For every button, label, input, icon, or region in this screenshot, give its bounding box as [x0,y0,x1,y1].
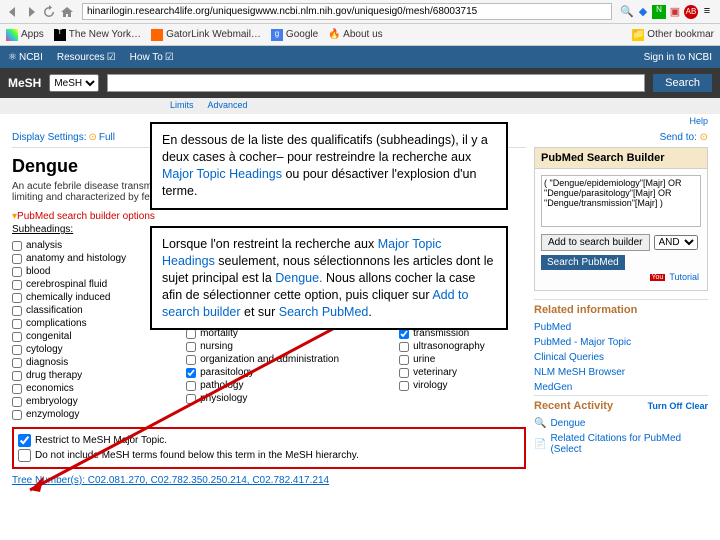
search-sublinks: Limits Advanced [0,98,720,114]
operator-select[interactable]: AND [654,235,698,250]
subheading-item[interactable]: ultrasonography [399,340,485,353]
subheading-item[interactable]: embryology [12,395,126,408]
subheading-item[interactable]: diagnosis [12,356,126,369]
chevron-down-icon: ⊙ [88,132,96,143]
recent-item[interactable]: 📄Related Citations for PubMed (Select [534,431,708,457]
ncbi-logo[interactable]: ⚛ NCBI [8,52,43,63]
clear-link[interactable]: Clear [685,401,708,411]
subheading-item[interactable]: veterinary [399,366,485,379]
abp-icon[interactable]: AB [684,5,698,19]
subheadings-col1: analysisanatomy and histologybloodcerebr… [12,239,126,421]
related-link[interactable]: NLM MeSH Browser [534,365,708,380]
youtube-icon: You [650,274,666,281]
add-to-builder-button[interactable]: Add to search builder [541,234,650,251]
home-icon[interactable] [60,5,74,19]
subheading-item[interactable]: drug therapy [12,369,126,382]
reload-icon[interactable] [42,5,56,19]
subheading-item[interactable]: cerebrospinal fluid [12,278,126,291]
search-pubmed-button[interactable]: Search PubMed [541,255,625,270]
menu-icon[interactable]: ≡ [700,5,714,19]
other-bookmarks[interactable]: 📁Other bookmar [632,29,714,41]
mesh-search-bar: MeSH MeSH Search [0,68,720,98]
extension-icons: 🔍 ◆ N ▣ AB ≡ [620,5,714,19]
subheading-item[interactable]: physiology [186,392,339,405]
related-link[interactable]: PubMed [534,320,708,335]
mesh-db-select[interactable]: MeSH [49,74,99,92]
restrict-major-checkbox[interactable]: Restrict to MeSH Major Topic. [18,433,520,448]
subheading-item[interactable]: blood [12,265,126,278]
apps-button[interactable]: Apps [6,29,44,41]
related-links: PubMedPubMed - Major TopicClinical Queri… [534,320,708,395]
ext-icon-1[interactable]: ◆ [636,5,650,19]
subheading-item[interactable]: enzymology [12,408,126,421]
subheading-item[interactable]: urine [399,353,485,366]
browser-toolbar: 🔍 ◆ N ▣ AB ≡ [0,0,720,24]
mesh-title: MeSH [8,76,41,90]
bookmark-about[interactable]: 🔥About us [328,29,382,41]
back-icon[interactable] [6,5,20,19]
related-info-head: Related information [534,299,708,320]
subheading-item[interactable]: cytology [12,343,126,356]
recent-activity-head: Recent Activity Turn Off Clear [534,395,708,416]
restrict-options: Restrict to MeSH Major Topic. Do not inc… [12,427,526,469]
sidebar: Send to: ⊙ PubMed Search Builder ( "Deng… [534,128,708,490]
forward-icon[interactable] [24,5,38,19]
advanced-link[interactable]: Advanced [208,100,248,112]
mesh-search-input[interactable] [107,74,645,92]
send-to-menu[interactable]: Send to: ⊙ [534,128,708,147]
related-link[interactable]: PubMed - Major Topic [534,335,708,350]
no-explode-checkbox[interactable]: Do not include MeSH terms found below th… [18,448,520,463]
resources-menu[interactable]: Resources ☑ [57,52,116,63]
subheading-item[interactable]: analysis [12,239,126,252]
tree-numbers-link[interactable]: Tree Number(s): C02.081.270, C02.782.350… [12,475,526,486]
subheading-item[interactable]: virology [399,379,485,392]
ncbi-header: ⚛ NCBI Resources ☑ How To ☑ Sign in to N… [0,46,720,68]
search-builder-box: PubMed Search Builder ( "Dengue/epidemio… [534,147,708,291]
sign-in-link[interactable]: Sign in to NCBI [644,52,712,63]
tutorial-link[interactable]: Tutorial [669,272,699,282]
builder-box-head: PubMed Search Builder [535,148,707,169]
search-icon: 🔍 [534,418,546,429]
subheading-item[interactable]: nursing [186,340,339,353]
callout-1: En dessous de la liste des qualificatifs… [150,122,508,210]
subheading-item[interactable]: organization and administration [186,353,339,366]
bookmark-nyt[interactable]: TThe New York… [54,29,141,41]
doc-icon: 📄 [534,439,546,450]
subheading-item[interactable]: chemically induced [12,291,126,304]
bookmark-gator[interactable]: GatorLink Webmail… [151,29,261,41]
search-glyph-icon[interactable]: 🔍 [620,5,634,19]
callout-2: Lorsque l'on restreint la recherche aux … [150,226,508,330]
query-textarea[interactable]: ( "Dengue/epidemiology"[Majr] OR "Dengue… [541,175,701,227]
limits-link[interactable]: Limits [170,100,194,112]
mesh-search-button[interactable]: Search [653,74,712,92]
subheading-item[interactable]: economics [12,382,126,395]
subheading-item[interactable]: anatomy and histology [12,252,126,265]
subheading-item[interactable]: parasitology [186,366,339,379]
bookmarks-bar: Apps TThe New York… GatorLink Webmail… g… [0,24,720,46]
turnoff-link[interactable]: Turn Off [648,401,683,411]
bookmark-google[interactable]: gGoogle [271,29,318,41]
url-input[interactable] [82,3,612,20]
subheading-item[interactable]: pathology [186,379,339,392]
ext-icon-3[interactable]: ▣ [668,5,682,19]
howto-menu[interactable]: How To ☑ [130,52,174,63]
related-link[interactable]: Clinical Queries [534,350,708,365]
ext-icon-2[interactable]: N [652,5,666,19]
builder-options-label: ▾PubMed search builder options [12,211,526,222]
subheading-item[interactable]: complications [12,317,126,330]
recent-item[interactable]: 🔍Dengue [534,416,708,431]
subheading-item[interactable]: classification [12,304,126,317]
related-link[interactable]: MedGen [534,380,708,395]
subheading-item[interactable]: congenital [12,330,126,343]
